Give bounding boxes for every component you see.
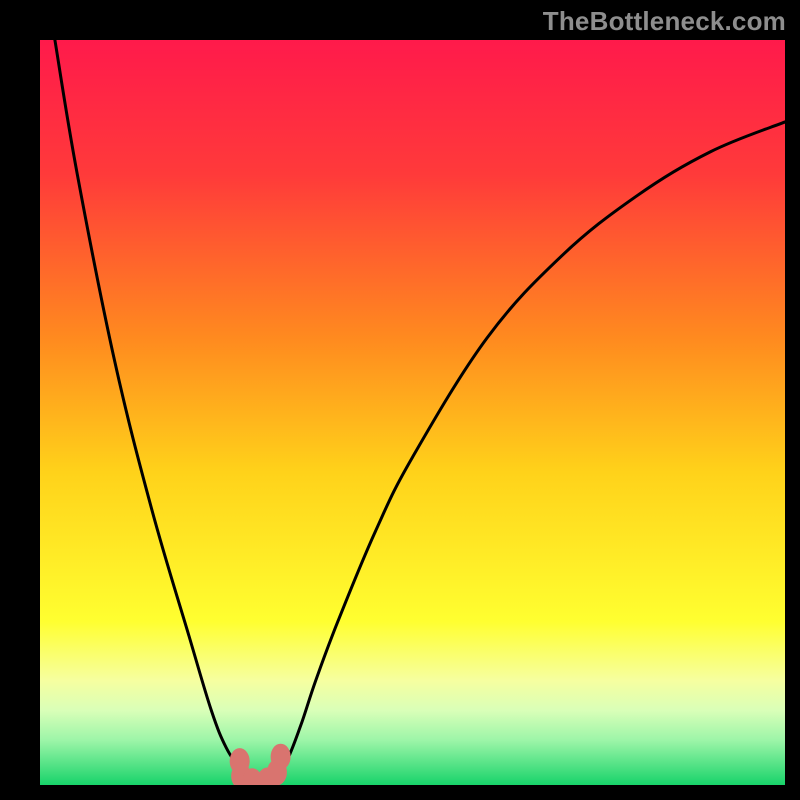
curve-marker [271, 744, 291, 770]
gradient-background [40, 40, 785, 785]
chart-plot-area [40, 40, 785, 785]
watermark-text: TheBottleneck.com [543, 6, 786, 37]
chart-svg [40, 40, 785, 785]
chart-frame: TheBottleneck.com [0, 0, 800, 800]
